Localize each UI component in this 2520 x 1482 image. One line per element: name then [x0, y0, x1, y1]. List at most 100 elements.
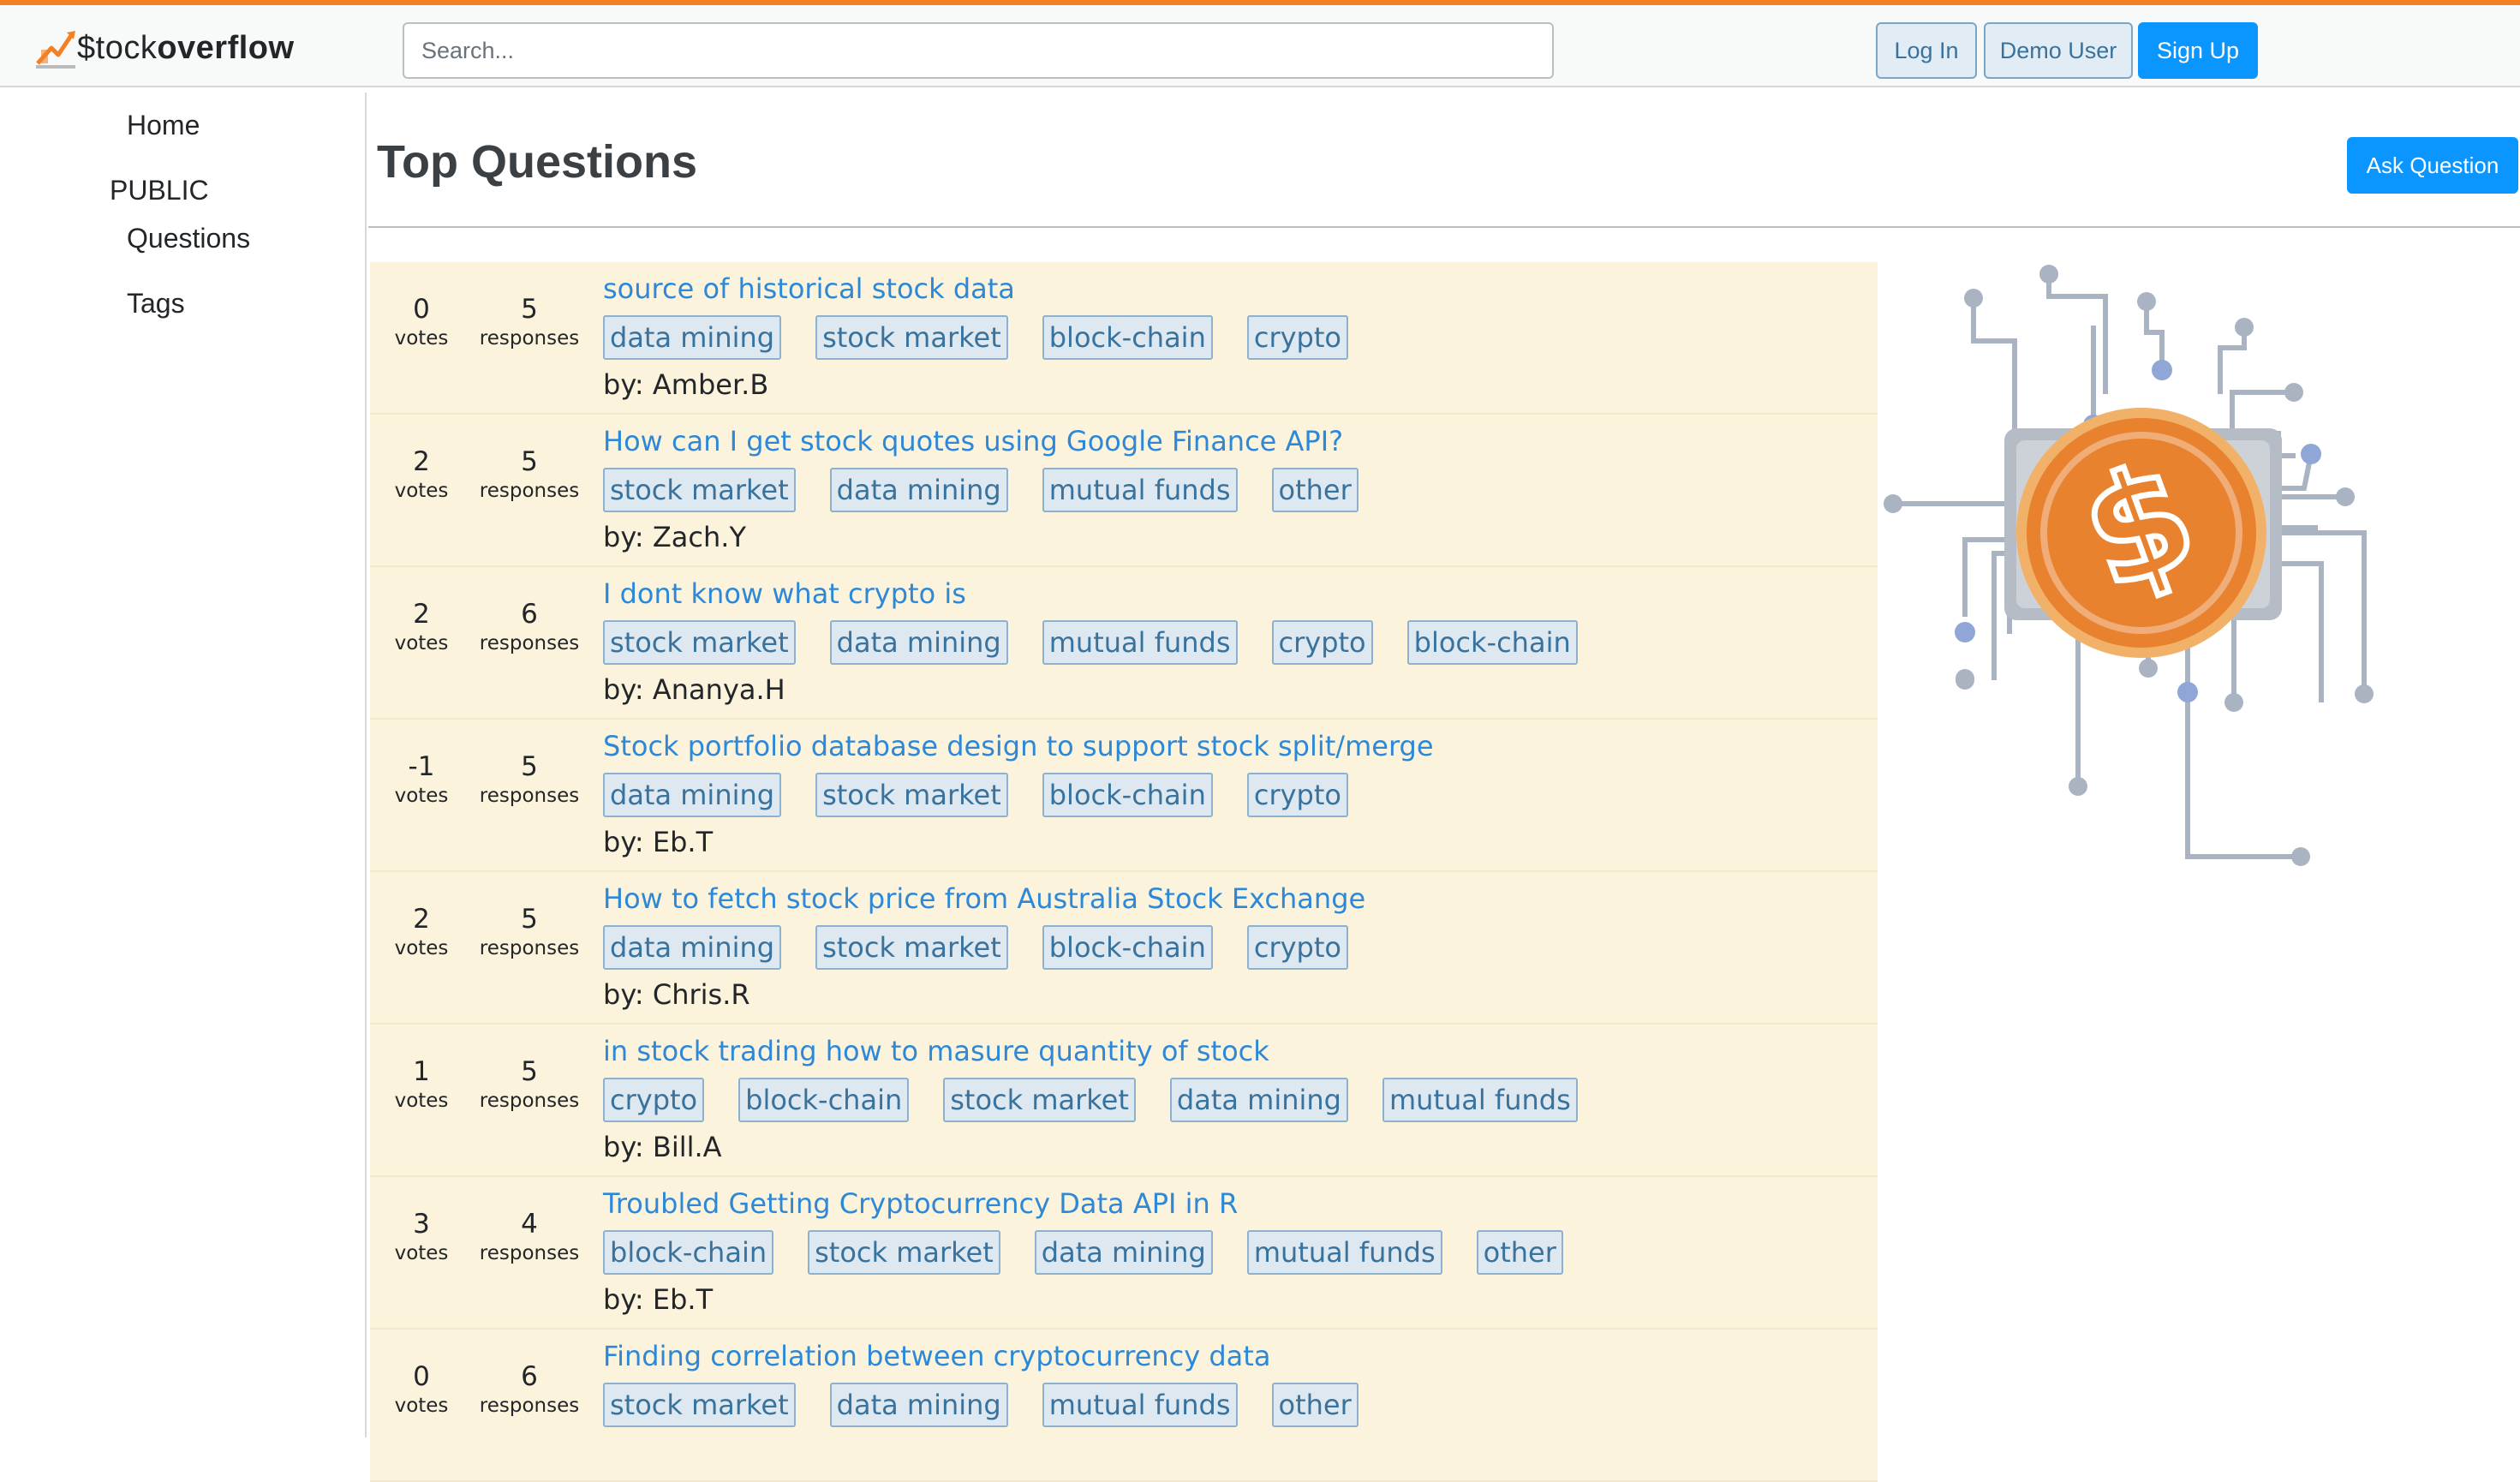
- question-row: 0 votes 5 responses source of historical sto…: [370, 262, 1878, 415]
- header-divider: [368, 226, 2520, 228]
- question-tags: data mining stock market block-chain crypto: [603, 315, 1382, 360]
- tag-chip[interactable]: mutual funds: [1042, 620, 1238, 665]
- question-title-link[interactable]: How to fetch stock price from Australia …: [603, 882, 1365, 915]
- tag-chip[interactable]: crypto: [1246, 925, 1348, 970]
- tag-chip[interactable]: other: [1271, 1383, 1359, 1427]
- response-number: 5: [521, 1056, 538, 1087]
- response-number: 4: [521, 1209, 538, 1240]
- response-number: 5: [521, 751, 538, 782]
- question-row: 3 votes 4 responses Troubled Getting Cryptoc…: [370, 1177, 1878, 1330]
- response-number: 5: [521, 294, 538, 325]
- tag-chip[interactable]: stock market: [808, 1230, 1000, 1275]
- tag-chip[interactable]: crypto: [1246, 315, 1348, 360]
- tag-chip[interactable]: data mining: [603, 925, 782, 970]
- tag-chip[interactable]: crypto: [1246, 773, 1348, 817]
- response-number: 5: [521, 904, 538, 935]
- vote-count: 3 votes: [370, 1208, 473, 1266]
- tag-chip[interactable]: stock market: [815, 773, 1008, 817]
- sidebar-item-home[interactable]: Home: [127, 110, 200, 141]
- question-author: by: Zach.Y: [603, 521, 746, 553]
- tag-chip[interactable]: crypto: [603, 1078, 705, 1122]
- tag-chip[interactable]: other: [1271, 468, 1359, 512]
- response-number: 6: [521, 599, 538, 630]
- tag-chip[interactable]: other: [1476, 1230, 1563, 1275]
- vote-count: -1 votes: [370, 750, 473, 809]
- vote-label: votes: [394, 327, 449, 350]
- question-row: 2 votes 5 responses How can I get stock quot…: [370, 415, 1878, 567]
- ask-question-button[interactable]: Ask Question: [2347, 137, 2518, 194]
- page-title: Top Questions: [377, 136, 697, 188]
- question-title-link[interactable]: How can I get stock quotes using Google …: [603, 425, 1343, 457]
- tag-chip[interactable]: mutual funds: [1042, 1383, 1238, 1427]
- tag-chip[interactable]: data mining: [603, 315, 782, 360]
- question-title-link[interactable]: Troubled Getting Cryptocurrency Data API…: [603, 1187, 1238, 1220]
- response-label: responses: [479, 480, 580, 502]
- vote-number: 2: [413, 446, 430, 477]
- response-count: 6 responses: [471, 598, 588, 656]
- sidebar-item-questions[interactable]: Questions: [127, 223, 250, 254]
- vote-number: -1: [408, 751, 435, 782]
- site-logo[interactable]: $tockoverflow: [33, 22, 295, 74]
- login-button[interactable]: Log In: [1876, 22, 1977, 79]
- vote-count: 2 votes: [370, 598, 473, 656]
- question-tags: data mining stock market block-chain crypto: [603, 773, 1382, 817]
- vote-count: 2 votes: [370, 903, 473, 961]
- question-title-link[interactable]: source of historical stock data: [603, 272, 1015, 305]
- vote-label: votes: [394, 1090, 449, 1112]
- tag-chip[interactable]: stock market: [815, 315, 1008, 360]
- tag-chip[interactable]: stock market: [815, 925, 1008, 970]
- response-count: 6 responses: [471, 1360, 588, 1419]
- tag-chip[interactable]: data mining: [1034, 1230, 1213, 1275]
- response-label: responses: [479, 327, 580, 350]
- question-title-link[interactable]: Stock portfolio database design to suppo…: [603, 730, 1434, 762]
- vote-label: votes: [394, 480, 449, 502]
- tag-chip[interactable]: block-chain: [603, 1230, 774, 1275]
- question-title-link[interactable]: Finding correlation between cryptocurren…: [603, 1340, 1270, 1372]
- tag-chip[interactable]: stock market: [603, 1383, 796, 1427]
- tag-chip[interactable]: block-chain: [1042, 925, 1213, 970]
- response-count: 5 responses: [471, 903, 588, 961]
- sidebar-item-tags[interactable]: Tags: [127, 288, 185, 320]
- tag-chip[interactable]: mutual funds: [1382, 1078, 1578, 1122]
- vote-label: votes: [394, 1242, 449, 1264]
- tag-chip[interactable]: mutual funds: [1246, 1230, 1442, 1275]
- vote-number: 0: [413, 294, 430, 325]
- tag-chip[interactable]: stock market: [943, 1078, 1136, 1122]
- question-title-link[interactable]: I dont know what crypto is: [603, 577, 966, 610]
- question-row: 2 votes 6 responses I dont know what crypto …: [370, 567, 1878, 720]
- tag-chip[interactable]: data mining: [829, 620, 1008, 665]
- tag-chip[interactable]: block-chain: [1042, 773, 1213, 817]
- question-title-link[interactable]: in stock trading how to masure quantity …: [603, 1035, 1269, 1067]
- tag-chip[interactable]: data mining: [829, 1383, 1008, 1427]
- tag-chip[interactable]: data mining: [603, 773, 782, 817]
- tag-chip[interactable]: data mining: [1169, 1078, 1348, 1122]
- signup-button[interactable]: Sign Up: [2138, 22, 2258, 79]
- response-count: 4 responses: [471, 1208, 588, 1266]
- logo-text: $tockoverflow: [77, 29, 295, 66]
- tag-chip[interactable]: stock market: [603, 468, 796, 512]
- tag-chip[interactable]: block-chain: [738, 1078, 910, 1122]
- question-tags: stock market data mining mutual funds other: [603, 1383, 1393, 1427]
- tag-chip[interactable]: stock market: [603, 620, 796, 665]
- response-label: responses: [479, 1242, 580, 1264]
- tag-chip[interactable]: block-chain: [1406, 620, 1578, 665]
- question-author: by: Chris.R: [603, 978, 750, 1011]
- response-count: 5 responses: [471, 750, 588, 809]
- vote-number: 2: [413, 599, 430, 630]
- response-count: 5 responses: [471, 445, 588, 504]
- response-label: responses: [479, 937, 580, 959]
- search-input[interactable]: [403, 22, 1554, 79]
- tag-chip[interactable]: mutual funds: [1042, 468, 1238, 512]
- vote-number: 0: [413, 1361, 430, 1392]
- response-number: 5: [521, 446, 538, 477]
- question-tags: data mining stock market block-chain crypto: [603, 925, 1382, 970]
- tag-chip[interactable]: crypto: [1271, 620, 1373, 665]
- tag-chip[interactable]: data mining: [829, 468, 1008, 512]
- question-tags: stock market data mining mutual funds other: [603, 468, 1393, 512]
- top-bar: $tockoverflow Log In Demo User Sign Up: [0, 0, 2520, 87]
- tag-chip[interactable]: block-chain: [1042, 315, 1213, 360]
- response-label: responses: [479, 785, 580, 807]
- response-number: 6: [521, 1361, 538, 1392]
- demo-user-button[interactable]: Demo User: [1984, 22, 2133, 79]
- question-tags: block-chain stock market data mining mutual…: [603, 1230, 1597, 1275]
